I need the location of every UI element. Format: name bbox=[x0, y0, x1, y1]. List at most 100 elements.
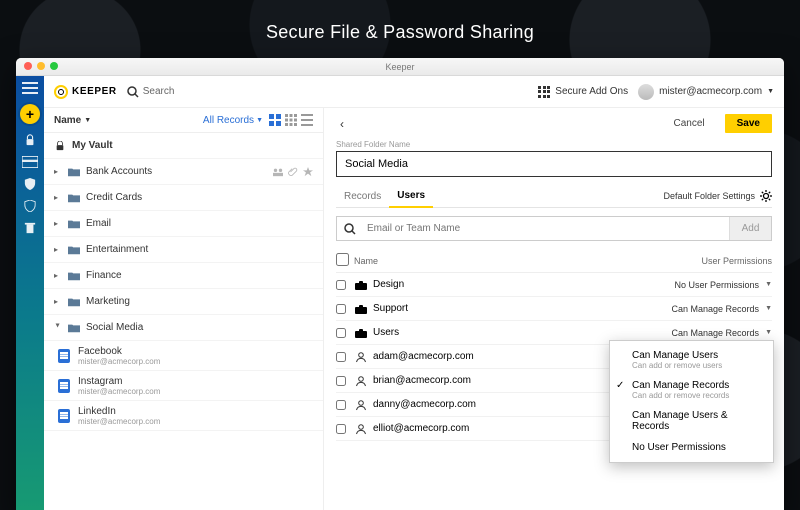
secure-addons-button[interactable]: Secure Add Ons bbox=[538, 86, 628, 98]
global-search[interactable]: Search bbox=[127, 86, 175, 98]
record-item[interactable]: Facebookmister@acmecorp.com bbox=[44, 341, 323, 371]
add-user-button[interactable]: Add bbox=[729, 217, 771, 240]
default-folder-settings[interactable]: Default Folder Settings bbox=[663, 190, 772, 202]
row-name: brian@acmecorp.com bbox=[373, 375, 471, 386]
minimize-icon[interactable] bbox=[37, 62, 45, 70]
secure-addons-label: Secure Add Ons bbox=[555, 86, 628, 97]
lock-icon[interactable] bbox=[22, 134, 38, 146]
row-name: Users bbox=[373, 327, 399, 338]
team-icon bbox=[354, 279, 368, 291]
row-checkbox[interactable] bbox=[336, 280, 346, 290]
row-checkbox[interactable] bbox=[336, 376, 346, 386]
team-icon bbox=[354, 327, 368, 339]
sort-dropdown[interactable]: Name▼ bbox=[54, 115, 91, 126]
row-checkbox[interactable] bbox=[336, 352, 346, 362]
row-name: adam@acmecorp.com bbox=[373, 351, 474, 362]
row-checkbox[interactable] bbox=[336, 400, 346, 410]
view-list-icon[interactable] bbox=[301, 114, 313, 126]
view-tree-icon[interactable] bbox=[269, 114, 281, 126]
vault-label: My Vault bbox=[72, 140, 113, 151]
folder-label: Social Media bbox=[86, 322, 143, 333]
team-icon bbox=[354, 303, 368, 315]
folder-item[interactable]: ▸ Email bbox=[44, 211, 323, 237]
detail-pane: ‹ Cancel Save Shared Folder Name Records… bbox=[324, 108, 784, 510]
chevron-down-icon: ▼ bbox=[767, 88, 774, 95]
menu-icon[interactable] bbox=[22, 82, 38, 94]
chevron-right-icon: ▸ bbox=[54, 271, 62, 280]
chevron-down-icon: ▸ bbox=[54, 324, 63, 332]
record-title: Instagram bbox=[78, 376, 323, 387]
permission-select[interactable]: No User Permissions▼ bbox=[675, 280, 772, 290]
folder-item[interactable]: ▸ Marketing bbox=[44, 289, 323, 315]
marketing-tagline: Secure File & Password Sharing bbox=[0, 22, 800, 43]
folder-label: Marketing bbox=[86, 296, 130, 307]
user-icon bbox=[354, 423, 368, 435]
app-window: Keeper + KEEPER Search bbox=[16, 58, 784, 510]
dropdown-option[interactable]: Can Manage UsersCan add or remove users bbox=[610, 345, 773, 375]
select-all-checkbox[interactable] bbox=[336, 253, 349, 266]
back-button[interactable]: ‹ bbox=[336, 115, 348, 133]
permissions-dropdown[interactable]: Can Manage UsersCan add or remove usersC… bbox=[609, 340, 774, 463]
brand-text: KEEPER bbox=[72, 86, 117, 97]
apps-icon bbox=[538, 86, 550, 98]
chevron-right-icon: ▸ bbox=[54, 219, 62, 228]
records-filter[interactable]: All Records▼ bbox=[203, 115, 263, 126]
tab-records[interactable]: Records bbox=[336, 186, 389, 207]
share-icon bbox=[273, 167, 283, 177]
zoom-icon[interactable] bbox=[50, 62, 58, 70]
col-name: Name bbox=[354, 256, 701, 266]
shield-icon[interactable] bbox=[22, 200, 38, 212]
chevron-down-icon: ▼ bbox=[765, 329, 772, 336]
shield-check-icon[interactable] bbox=[22, 178, 38, 190]
attachment-icon bbox=[288, 167, 298, 177]
chevron-down-icon: ▼ bbox=[765, 281, 772, 288]
tab-users[interactable]: Users bbox=[389, 185, 433, 208]
dropdown-option[interactable]: No User Permissions bbox=[610, 437, 773, 458]
folder-label: Email bbox=[86, 218, 111, 229]
row-checkbox[interactable] bbox=[336, 328, 346, 338]
dropdown-option[interactable]: Can Manage Users & Records bbox=[610, 405, 773, 437]
chevron-right-icon: ▸ bbox=[54, 297, 62, 306]
record-item[interactable]: Instagrammister@acmecorp.com bbox=[44, 371, 323, 401]
search-icon bbox=[337, 217, 363, 240]
folder-icon bbox=[68, 219, 80, 229]
folder-label: Finance bbox=[86, 270, 122, 281]
titlebar: Keeper bbox=[16, 58, 784, 76]
row-checkbox[interactable] bbox=[336, 424, 346, 434]
folder-item[interactable]: ▸Bank Accounts bbox=[44, 159, 323, 185]
record-sub: mister@acmecorp.com bbox=[78, 387, 323, 396]
record-item[interactable]: LinkedInmister@acmecorp.com bbox=[44, 401, 323, 431]
user-icon bbox=[354, 399, 368, 411]
search-icon bbox=[127, 86, 139, 98]
row-checkbox[interactable] bbox=[336, 304, 346, 314]
folder-label: Entertainment bbox=[86, 244, 148, 255]
permission-select[interactable]: Can Manage Records▼ bbox=[672, 328, 773, 338]
account-menu[interactable]: mister@acmecorp.com ▼ bbox=[638, 84, 774, 100]
close-icon[interactable] bbox=[24, 62, 32, 70]
my-vault[interactable]: My Vault bbox=[44, 133, 323, 159]
folder-item[interactable]: ▸Entertainment bbox=[44, 237, 323, 263]
record-title: Facebook bbox=[78, 346, 323, 357]
save-button[interactable]: Save bbox=[725, 114, 772, 133]
user-search-input[interactable] bbox=[363, 217, 729, 240]
folder-icon bbox=[68, 167, 80, 177]
folder-social-media[interactable]: ▸ Social Media bbox=[44, 315, 323, 341]
dropdown-option[interactable]: Can Manage RecordsCan add or remove reco… bbox=[610, 375, 773, 405]
view-grid-icon[interactable] bbox=[285, 114, 297, 126]
brand-logo: KEEPER bbox=[54, 85, 117, 99]
nav-rail: + bbox=[16, 76, 44, 510]
row-name: danny@acmecorp.com bbox=[373, 399, 476, 410]
folder-icon bbox=[68, 271, 80, 281]
folder-item[interactable]: ▸ Finance bbox=[44, 263, 323, 289]
cancel-button[interactable]: Cancel bbox=[662, 114, 717, 133]
card-icon[interactable] bbox=[22, 156, 38, 168]
folder-icon bbox=[68, 193, 80, 203]
folder-name-input[interactable] bbox=[336, 151, 772, 177]
user-email: mister@acmecorp.com bbox=[659, 86, 762, 97]
chevron-right-icon: ▸ bbox=[54, 167, 62, 176]
trash-icon[interactable] bbox=[22, 222, 38, 234]
permission-select[interactable]: Can Manage Records▼ bbox=[672, 304, 773, 314]
add-button[interactable]: + bbox=[20, 104, 40, 124]
folder-item[interactable]: ▸Credit Cards bbox=[44, 185, 323, 211]
star-icon bbox=[303, 167, 313, 177]
